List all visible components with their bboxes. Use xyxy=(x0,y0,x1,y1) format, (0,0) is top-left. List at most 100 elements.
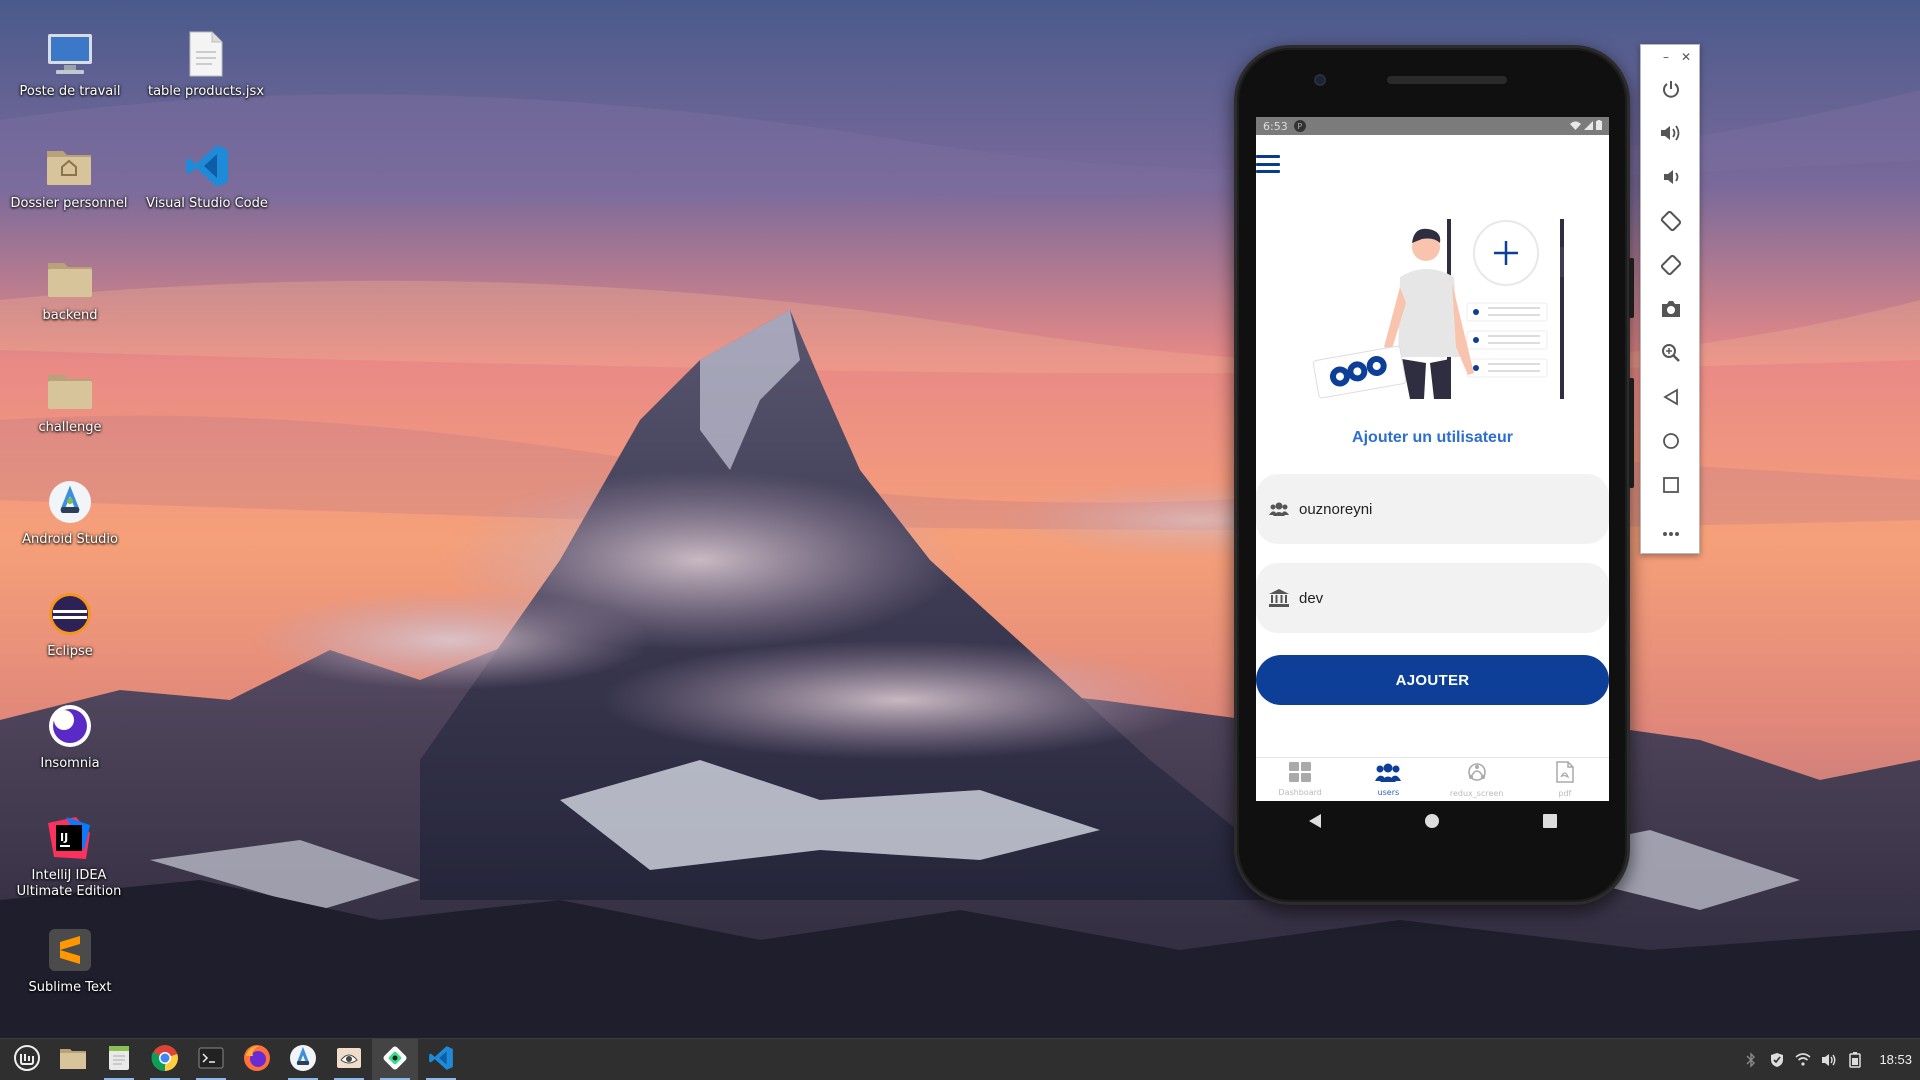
tab-redux-screen[interactable]: redux_screen xyxy=(1433,758,1521,801)
desktop-wallpaper xyxy=(0,0,1920,1038)
bottom-tab-bar: Dashboard users redux_screen pdf xyxy=(1256,757,1609,801)
desktop-icon-home-folder[interactable]: Dossier personnel xyxy=(4,140,134,212)
sublime-icon xyxy=(44,924,96,976)
desktop-icon-backend[interactable]: backend xyxy=(5,252,135,324)
desktop-icon-vscode[interactable]: Visual Studio Code xyxy=(142,140,272,212)
page-title: Ajouter un utilisateur xyxy=(1352,429,1513,446)
username-input[interactable]: ouznoreyni xyxy=(1299,501,1559,518)
rotate-right-button[interactable] xyxy=(1641,245,1701,289)
nav-back-icon[interactable] xyxy=(1305,811,1325,831)
add-user-button[interactable]: AJOUTER xyxy=(1256,655,1609,705)
toolbar-window-controls: – ✕ xyxy=(1641,45,1699,69)
home-icon xyxy=(1662,432,1680,454)
users-icon xyxy=(1268,498,1290,520)
android-nav-bar xyxy=(1256,801,1609,841)
volume-side-button[interactable] xyxy=(1629,378,1634,488)
back-button[interactable] xyxy=(1641,377,1701,421)
shield-icon[interactable] xyxy=(1769,1052,1785,1068)
desktop-icon-eclipse[interactable]: Eclipse xyxy=(5,588,135,660)
emulator-toolbar: – ✕ xyxy=(1640,44,1700,554)
more-button[interactable] xyxy=(1641,509,1701,553)
document-icon xyxy=(180,28,232,80)
power-button[interactable] xyxy=(1641,69,1701,113)
taskbar-files[interactable] xyxy=(50,1039,96,1080)
volume-up-button[interactable] xyxy=(1641,113,1701,157)
volume-down-button[interactable] xyxy=(1641,157,1701,201)
more-icon xyxy=(1662,522,1680,541)
taskbar-chrome[interactable] xyxy=(142,1039,188,1080)
taskbar-terminal[interactable] xyxy=(188,1039,234,1080)
bluetooth-icon[interactable] xyxy=(1743,1051,1759,1068)
bank-building-icon xyxy=(1268,587,1290,609)
back-icon xyxy=(1663,388,1679,410)
insomnia-icon xyxy=(44,700,96,752)
desktop-icon-computer[interactable]: Poste de travail xyxy=(5,28,135,100)
zoom-icon xyxy=(1661,343,1681,367)
menu-hamburger-icon[interactable] xyxy=(1256,155,1280,173)
volume-icon[interactable] xyxy=(1821,1052,1837,1068)
front-camera xyxy=(1314,74,1326,86)
tab-users[interactable]: users xyxy=(1344,758,1432,801)
redux-icon xyxy=(1466,761,1488,787)
power-side-button[interactable] xyxy=(1629,258,1634,318)
chrome-icon xyxy=(151,1044,179,1076)
users-icon xyxy=(1375,762,1402,786)
android-status-bar: 6:53 P xyxy=(1256,117,1609,135)
taskbar-vscode[interactable] xyxy=(418,1039,464,1080)
taskbar-clock[interactable]: 18:53 xyxy=(1879,1052,1912,1067)
overview-icon xyxy=(1663,477,1679,497)
overview-button[interactable] xyxy=(1641,465,1701,509)
home-folder-icon xyxy=(43,140,95,192)
emulator-phone-frame: 6:53 P Ajouter un utilisateur ouznoreyni… xyxy=(1234,45,1634,905)
signal-icon xyxy=(1584,120,1593,133)
tab-pdf[interactable]: pdf xyxy=(1521,758,1609,801)
start-menu-button[interactable] xyxy=(4,1039,50,1080)
taskbar-android-studio[interactable] xyxy=(280,1039,326,1080)
desktop-icon-challenge[interactable]: challenge xyxy=(5,364,135,436)
computer-icon xyxy=(44,28,96,80)
volume-up-icon xyxy=(1660,124,1682,146)
taskbar-emulator[interactable] xyxy=(372,1038,418,1080)
desktop-icon-android-studio[interactable]: Android Studio xyxy=(5,476,135,548)
tab-dashboard[interactable]: Dashboard xyxy=(1256,758,1344,801)
battery-icon[interactable] xyxy=(1847,1051,1863,1068)
battery-icon xyxy=(1596,119,1602,133)
rotate-left-icon xyxy=(1660,210,1682,236)
wifi-icon xyxy=(1570,120,1581,133)
screenshot-button[interactable] xyxy=(1641,289,1701,333)
status-time: 6:53 xyxy=(1263,119,1288,133)
app-header xyxy=(1256,135,1609,183)
add-user-illustration xyxy=(1292,207,1582,407)
mint-menu-icon xyxy=(13,1044,41,1076)
vscode-icon xyxy=(428,1045,454,1075)
folder-icon xyxy=(44,364,96,416)
wifi-icon[interactable] xyxy=(1795,1052,1811,1068)
taskbar: 18:53 xyxy=(0,1038,1920,1080)
nav-home-icon[interactable] xyxy=(1422,811,1442,831)
department-input[interactable]: dev xyxy=(1299,590,1559,607)
username-field[interactable]: ouznoreyni xyxy=(1256,474,1609,544)
desktop-icon-intellij[interactable]: IJ IntelliJ IDEA Ultimate Edition xyxy=(4,812,134,900)
dashboard-grid-icon xyxy=(1289,762,1312,786)
nav-overview-icon[interactable] xyxy=(1540,811,1560,831)
taskbar-inspector[interactable] xyxy=(326,1039,372,1080)
terminal-icon xyxy=(198,1047,224,1073)
phone-screen[interactable]: 6:53 P Ajouter un utilisateur ouznoreyni… xyxy=(1256,117,1609,801)
desktop-icon-sublime[interactable]: Sublime Text xyxy=(5,924,135,996)
taskbar-firefox[interactable] xyxy=(234,1039,280,1080)
taskbar-text-editor[interactable] xyxy=(96,1039,142,1080)
home-button[interactable] xyxy=(1641,421,1701,465)
close-icon[interactable]: ✕ xyxy=(1681,50,1691,64)
notification-icon: P xyxy=(1293,120,1306,132)
firefox-icon xyxy=(243,1044,271,1076)
vscode-icon xyxy=(181,140,233,192)
minimize-icon[interactable]: – xyxy=(1663,50,1669,64)
earpiece-speaker xyxy=(1387,76,1507,84)
department-field[interactable]: dev xyxy=(1256,563,1609,633)
volume-down-icon xyxy=(1661,168,1681,190)
rotate-left-button[interactable] xyxy=(1641,201,1701,245)
zoom-button[interactable] xyxy=(1641,333,1701,377)
desktop-icon-insomnia[interactable]: Insomnia xyxy=(5,700,135,772)
camera-icon xyxy=(1660,300,1682,322)
desktop-icon-file[interactable]: table products.jsx xyxy=(141,28,271,100)
